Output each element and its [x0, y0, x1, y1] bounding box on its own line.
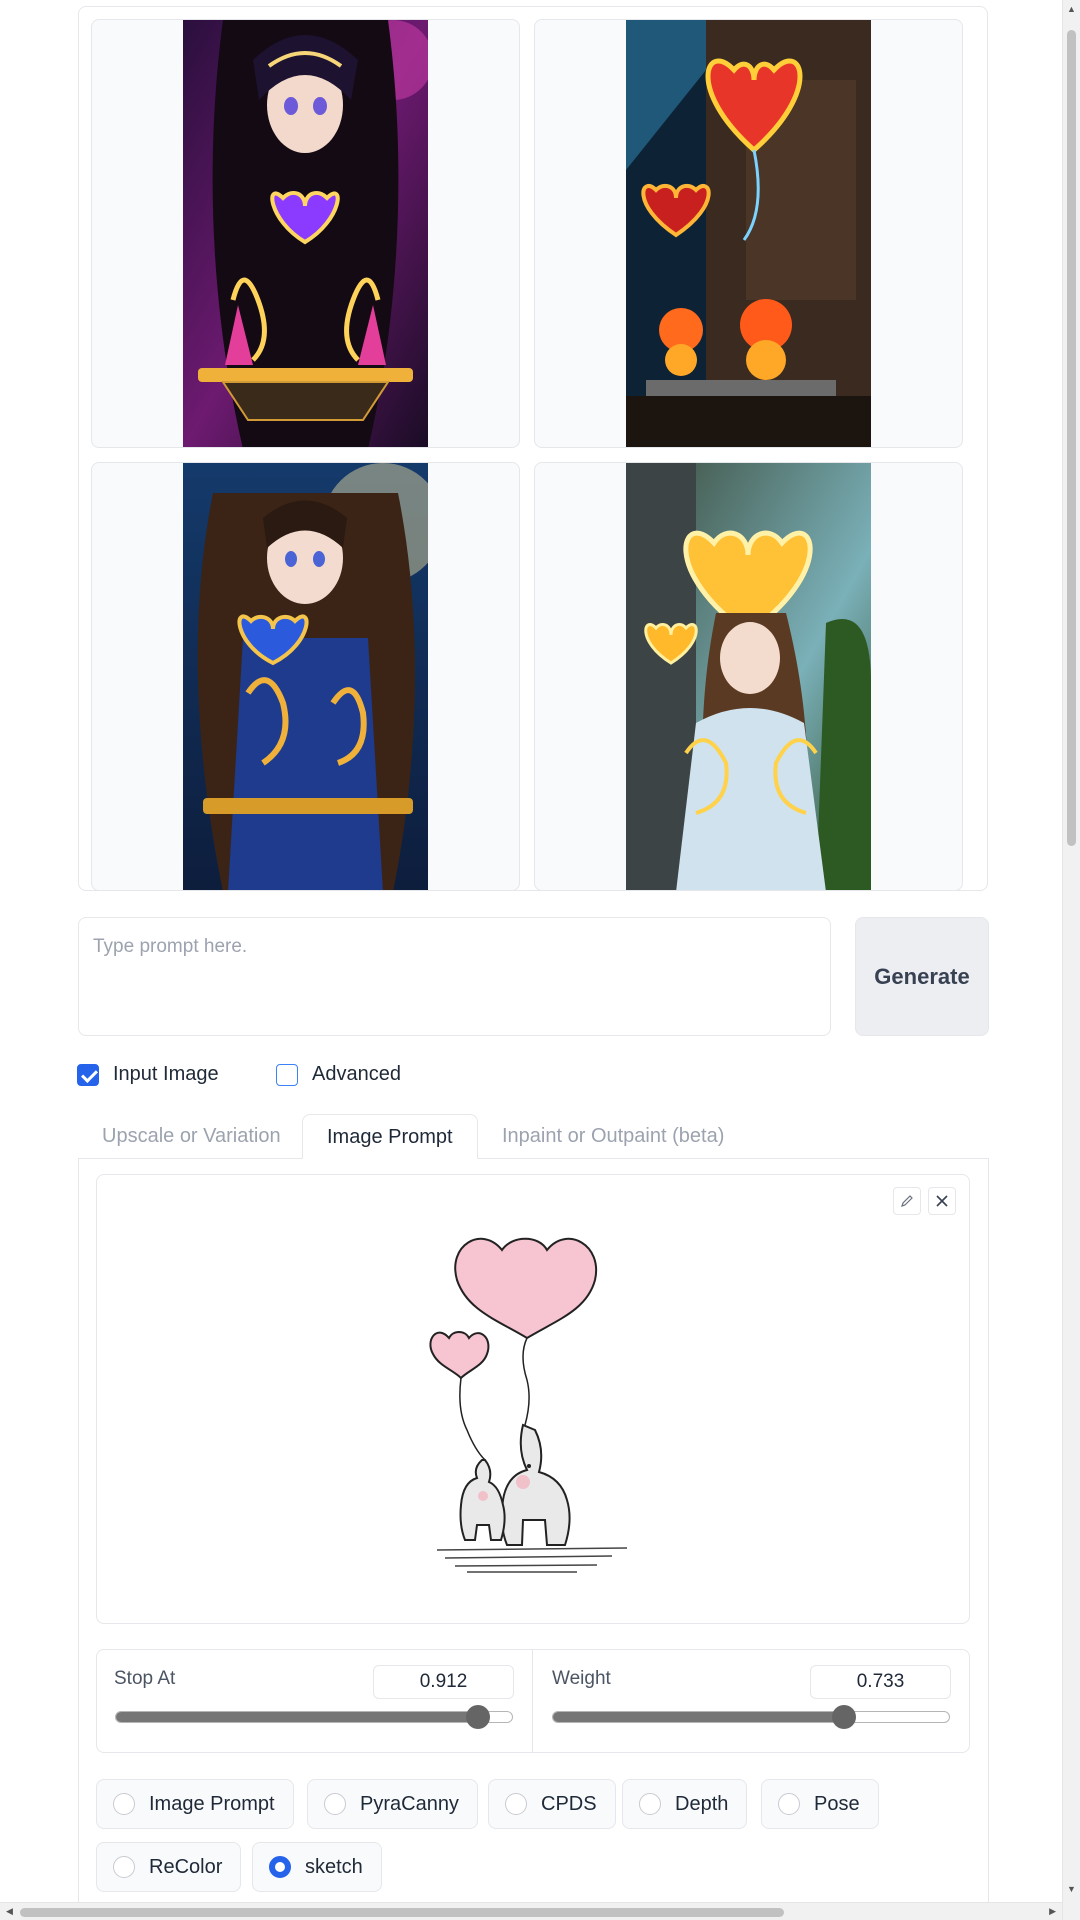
slider-divider — [532, 1649, 533, 1753]
scroll-left-icon[interactable]: ◀ — [6, 1906, 13, 1917]
radio-label: ReColor — [149, 1855, 223, 1878]
radio-label: sketch — [305, 1855, 363, 1878]
page-horizontal-scroll-thumb[interactable] — [20, 1908, 784, 1917]
radio-pose[interactable]: Pose — [761, 1779, 879, 1829]
radio-image-prompt[interactable]: Image Prompt — [96, 1779, 294, 1829]
radio-unselected-icon[interactable] — [639, 1793, 661, 1815]
advanced-label: Advanced — [312, 1063, 401, 1085]
gallery-image-4[interactable] — [626, 463, 871, 891]
scroll-right-icon[interactable]: ▶ — [1049, 1906, 1056, 1917]
page-vertical-scroll-thumb[interactable] — [1067, 30, 1076, 846]
uploaded-sketch-image — [429, 1237, 628, 1573]
gallery-image-2[interactable] — [626, 20, 871, 448]
radio-label: CPDS — [541, 1792, 597, 1815]
gallery-item[interactable] — [534, 462, 963, 891]
tab-inpaint-or-outpaint[interactable]: Inpaint or Outpaint (beta) — [478, 1114, 748, 1159]
radio-unselected-icon[interactable] — [324, 1793, 346, 1815]
gallery-item[interactable] — [91, 462, 520, 891]
prompt-input[interactable] — [78, 917, 831, 1036]
radio-unselected-icon[interactable] — [113, 1856, 135, 1878]
page-horizontal-scrollbar[interactable]: ◀ ▶ — [0, 1902, 1062, 1920]
gallery-item[interactable] — [91, 19, 520, 448]
pencil-icon — [901, 1195, 913, 1207]
tab-image-prompt[interactable]: Image Prompt — [302, 1114, 478, 1159]
radio-recolor[interactable]: ReColor — [96, 1842, 242, 1892]
gallery-image-1[interactable] — [183, 20, 428, 448]
output-gallery: ▲ ▼ — [78, 6, 988, 891]
input-tabs: Upscale or Variation Image Prompt Inpain… — [78, 1114, 989, 1159]
edit-image-button[interactable] — [893, 1187, 921, 1215]
radio-cpds[interactable]: CPDS — [488, 1779, 616, 1829]
radio-label: Pose — [814, 1792, 860, 1815]
radio-unselected-icon[interactable] — [778, 1793, 800, 1815]
radio-label: PyraCanny — [360, 1792, 459, 1815]
radio-pyracanny[interactable]: PyraCanny — [307, 1779, 478, 1829]
radio-unselected-icon[interactable] — [113, 1793, 135, 1815]
image-prompt-upload[interactable] — [96, 1174, 970, 1624]
radio-unselected-icon[interactable] — [505, 1793, 527, 1815]
radio-sketch[interactable]: sketch — [252, 1842, 382, 1892]
stop-at-slider-handle[interactable] — [465, 1705, 490, 1729]
checkbox-checked-icon[interactable] — [77, 1063, 99, 1086]
scroll-down-icon[interactable]: ▼ — [1067, 1884, 1076, 1894]
input-image-label: Input Image — [113, 1063, 219, 1085]
weight-slider-handle[interactable] — [831, 1705, 856, 1729]
scroll-up-icon[interactable]: ▲ — [1067, 4, 1076, 14]
tab-upscale-or-variation[interactable]: Upscale or Variation — [78, 1114, 305, 1159]
checkbox-unchecked-icon[interactable] — [276, 1063, 298, 1086]
close-icon — [936, 1195, 948, 1207]
stop-at-label: Stop At — [114, 1668, 176, 1689]
radio-depth[interactable]: Depth — [622, 1779, 748, 1829]
stop-at-number-input[interactable]: 0.912 — [373, 1665, 514, 1699]
radio-label: Depth — [675, 1792, 729, 1815]
remove-image-button[interactable] — [928, 1187, 956, 1215]
weight-slider[interactable] — [552, 1711, 950, 1723]
gallery-image-3[interactable] — [183, 463, 428, 891]
stop-at-slider[interactable] — [115, 1711, 513, 1723]
gallery-item[interactable] — [534, 19, 963, 448]
weight-number-input[interactable]: 0.733 — [810, 1665, 951, 1699]
radio-selected-icon[interactable] — [269, 1856, 291, 1878]
radio-label: Image Prompt — [149, 1792, 275, 1815]
advanced-checkbox[interactable]: Advanced — [276, 1063, 401, 1086]
weight-label: Weight — [552, 1668, 611, 1689]
input-image-checkbox[interactable]: Input Image — [77, 1063, 219, 1086]
generate-button[interactable]: Generate — [855, 917, 989, 1036]
page-vertical-scrollbar[interactable]: ▲ ▼ — [1062, 0, 1080, 1920]
